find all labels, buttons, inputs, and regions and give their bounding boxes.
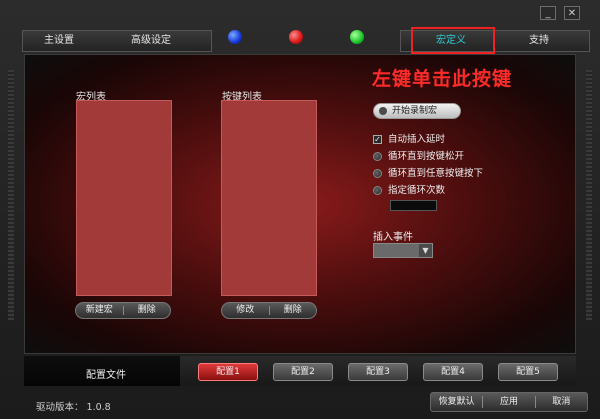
tab-support[interactable]: 支持 — [519, 31, 559, 51]
loop-until-any-key-label: 循环直到任意按键按下 — [388, 168, 484, 179]
footer-actions: 恢复默认 应用 取消 — [430, 392, 588, 412]
blue-led-indicator[interactable] — [228, 30, 242, 44]
macro-list-actions: 新建宏 删除 — [75, 302, 171, 319]
key-list[interactable] — [221, 100, 317, 296]
macro-list[interactable] — [76, 100, 172, 296]
tab-advanced-settings[interactable]: 高级设定 — [123, 31, 179, 51]
cancel-button[interactable]: 取消 — [536, 393, 587, 411]
tab-bar-left: 主设置 高级设定 — [22, 30, 212, 52]
right-side-grip — [586, 70, 592, 320]
config-2-button[interactable]: 配置2 — [273, 363, 333, 381]
red-led-indicator[interactable] — [289, 30, 303, 44]
config-1-button[interactable]: 配置1 — [198, 363, 258, 381]
key-list-actions: 修改 删除 — [221, 302, 317, 319]
radio-icon — [373, 152, 382, 161]
delete-key-button[interactable]: 删除 — [270, 303, 317, 318]
highlight-box — [411, 27, 495, 54]
green-led-indicator[interactable] — [350, 30, 364, 44]
loop-until-release-label: 循环直到按键松开 — [388, 151, 465, 162]
config-4-button[interactable]: 配置4 — [423, 363, 483, 381]
restore-default-button[interactable]: 恢复默认 — [431, 393, 482, 411]
config-5-button[interactable]: 配置5 — [498, 363, 558, 381]
delete-macro-button[interactable]: 删除 — [124, 303, 171, 318]
insert-event-select[interactable]: ▼ — [373, 243, 433, 258]
chevron-down-icon: ▼ — [419, 244, 432, 257]
app-window: _ ✕ 主设置 高级设定 宏定义 支持 左键单击此按键 宏列表 按键列表 新建宏… — [0, 0, 600, 419]
edit-key-button[interactable]: 修改 — [222, 303, 269, 318]
radio-icon — [373, 186, 382, 195]
radio-icon — [373, 169, 382, 178]
insert-event-label: 插入事件 — [373, 232, 413, 243]
checkbox-icon: ✓ — [373, 135, 382, 144]
tab-main-settings[interactable]: 主设置 — [39, 31, 79, 51]
loop-count-input[interactable] — [390, 200, 437, 211]
profile-label: 配置文件 — [86, 370, 126, 381]
left-side-grip — [8, 70, 14, 320]
start-recording-label: 开始录制宏 — [392, 106, 438, 116]
start-recording-button[interactable]: 开始录制宏 — [373, 103, 461, 119]
new-macro-button[interactable]: 新建宏 — [76, 303, 123, 318]
apply-button[interactable]: 应用 — [483, 393, 534, 411]
minimize-button[interactable]: _ — [540, 6, 556, 20]
annotation-text: 左键单击此按键 — [372, 68, 513, 90]
config-3-button[interactable]: 配置3 — [348, 363, 408, 381]
loop-count-label: 指定循环次数 — [388, 185, 446, 196]
driver-version: 驱动版本： 1.0.8 — [36, 402, 111, 413]
close-button[interactable]: ✕ — [564, 6, 580, 20]
record-icon — [379, 107, 387, 115]
auto-insert-delay-label: 自动插入延时 — [388, 134, 446, 145]
